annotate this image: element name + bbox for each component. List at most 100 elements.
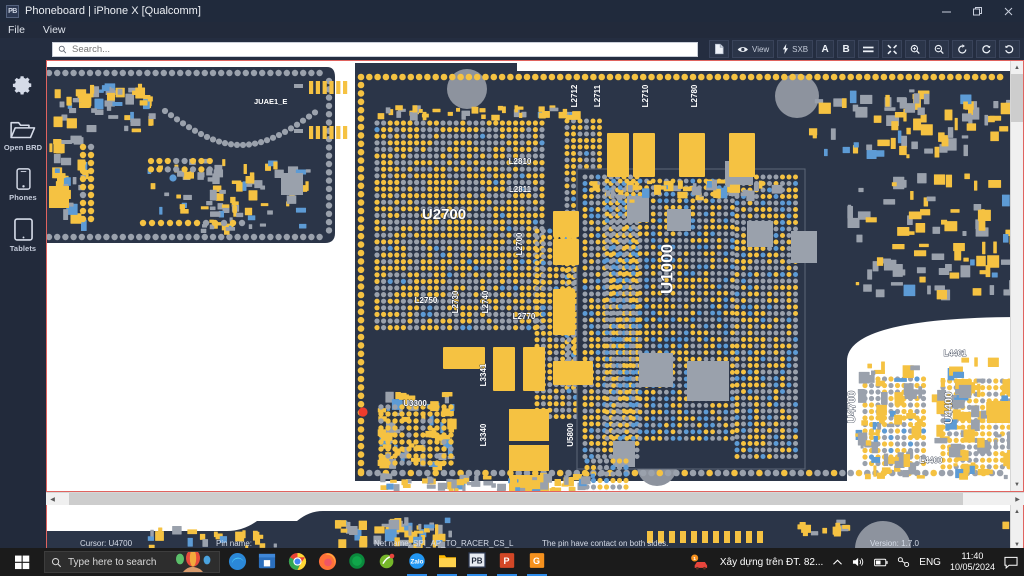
action-center-button[interactable] [1004, 556, 1018, 569]
taskbar-app-firefox[interactable] [312, 548, 342, 576]
vertical-scrollbar[interactable]: ▲ ▼ [1010, 61, 1023, 491]
status-cursor: Cursor: U4700 [80, 539, 133, 548]
sidebar: Open BRD Phones Tablets [0, 60, 46, 539]
document-button[interactable] [708, 40, 730, 58]
svg-text:PB: PB [471, 557, 482, 566]
taskbar-app-edge[interactable] [222, 548, 252, 576]
svg-text:L2810: L2810 [509, 157, 532, 166]
scroll-left-arrow-top[interactable]: ◀ [46, 493, 59, 505]
tray-notice-icon[interactable]: 1 [689, 554, 711, 570]
refresh-button[interactable] [952, 40, 973, 58]
sidebar-item-open-brd[interactable]: Open BRD [0, 120, 46, 152]
scroll-up-arrow[interactable]: ▲ [1011, 61, 1023, 74]
taskbar-app-store[interactable] [252, 548, 282, 576]
balloon-illustration-icon [176, 552, 211, 572]
taskbar-app-unikey[interactable] [372, 548, 402, 576]
text-b-button[interactable]: B [837, 40, 856, 58]
gom-player-icon: G [529, 553, 545, 568]
text-a-button[interactable]: A [816, 40, 835, 58]
board-top-canvas[interactable]: JUAE1_E L2712 L2711 L2710 L2780 L2810 L2811 U27… [47, 61, 1024, 491]
body-row: Open BRD Phones Tablets JUAE1_E L2712 L2… [0, 60, 1024, 565]
taskbar-app-explorer[interactable] [432, 548, 462, 576]
svg-text:L2770: L2770 [513, 312, 536, 321]
vertical-scroll-thumb[interactable] [1011, 74, 1023, 123]
taskbar-app-green[interactable] [342, 548, 372, 576]
svg-text:L2780: L2780 [690, 84, 699, 107]
sidebar-item-settings[interactable] [0, 74, 46, 96]
taskbar-app-zalo[interactable]: Zalo [402, 548, 432, 576]
gear-icon [12, 76, 32, 95]
sxb-button[interactable]: SXB [777, 40, 814, 58]
svg-text:L2740: L2740 [481, 290, 490, 313]
fullscreen-button[interactable] [881, 40, 903, 58]
sidebar-item-tablets[interactable]: Tablets [0, 218, 46, 253]
search-icon [58, 45, 67, 53]
menu-view[interactable]: View [41, 24, 68, 36]
sxb-button-label: SXB [792, 44, 809, 54]
scroll-up-arrow-bottom[interactable]: ▲ [1011, 505, 1023, 518]
rotate-cw-button[interactable] [975, 40, 997, 58]
undo-button[interactable] [999, 40, 1020, 58]
window-controls [931, 0, 1024, 22]
scroll-down-arrow[interactable]: ▼ [1011, 478, 1023, 491]
rotate-cw-icon [982, 44, 991, 53]
tray-language[interactable]: ENG [919, 557, 941, 568]
close-button[interactable] [993, 0, 1024, 22]
restore-button[interactable] [962, 0, 993, 22]
start-button[interactable] [0, 548, 44, 576]
taskbar-app-chrome[interactable] [282, 548, 312, 576]
lightning-icon [783, 43, 789, 55]
windows-taskbar: Type here to search Zalo PB P G 1 Xây dự… [0, 548, 1024, 576]
tray-clock[interactable]: 11:40 10/05/2024 [950, 551, 995, 573]
tray-date: 10/05/2024 [949, 562, 995, 572]
restore-icon [973, 6, 982, 15]
unikey-icon [379, 553, 395, 569]
expand-icon [887, 44, 897, 54]
sidebar-item-open-brd-label: Open BRD [3, 143, 43, 152]
zoom-out-button[interactable] [928, 40, 950, 58]
svg-text:U5800: U5800 [566, 423, 575, 447]
search-input[interactable] [72, 43, 692, 55]
minimize-button[interactable] [931, 0, 962, 22]
menu-bar: File View [0, 22, 1024, 38]
menu-file[interactable]: File [6, 24, 27, 36]
vertical-scroll-track-bottom[interactable] [1011, 518, 1023, 538]
tray-notice-text[interactable]: Xây dựng trên ĐT. 82... [720, 557, 823, 568]
search-box[interactable] [52, 41, 698, 57]
svg-text:U2700: U2700 [422, 206, 466, 223]
list-button[interactable] [858, 40, 879, 58]
taskbar-app-gom[interactable]: G [522, 548, 552, 576]
file-explorer-icon [438, 555, 456, 568]
taskbar-search[interactable]: Type here to search [44, 551, 220, 573]
zoom-in-button[interactable] [905, 40, 926, 58]
chrome-icon [288, 552, 306, 571]
tray-volume[interactable] [852, 556, 865, 568]
powerpoint-icon: P [499, 553, 515, 568]
sidebar-item-phones[interactable]: Phones [0, 168, 46, 202]
tray-chevron[interactable] [832, 558, 843, 567]
svg-text:U4400: U4400 [943, 392, 955, 424]
board-viewer-top[interactable]: JUAE1_E L2712 L2711 L2710 L2780 L2810 L2811 U27… [46, 60, 1024, 492]
microsoft-store-icon [258, 553, 276, 569]
letter-a-icon: A [821, 43, 829, 55]
svg-text:G: G [533, 556, 540, 566]
undo-icon [1005, 44, 1014, 53]
taskbar-app-phoneboard[interactable]: PB [462, 548, 492, 576]
scroll-right-arrow-top[interactable]: ▶ [1011, 493, 1024, 505]
svg-text:L2711: L2711 [593, 84, 602, 107]
horizontal-scroll-thumb-top[interactable] [68, 493, 964, 505]
tray-network[interactable] [897, 556, 910, 568]
horizontal-scrollbar-top[interactable]: ◀ ▶ [46, 492, 1024, 505]
status-version: Version: 1.7.0 [870, 539, 919, 548]
vertical-scroll-track[interactable] [1011, 74, 1023, 478]
tray-battery[interactable] [874, 557, 888, 568]
horizontal-scroll-track-top[interactable] [59, 493, 1011, 505]
svg-text:U3300: U3300 [403, 399, 427, 408]
network-icon [898, 557, 910, 567]
windows-logo-icon [14, 555, 29, 569]
svg-text:L2811: L2811 [509, 185, 532, 194]
taskbar-app-powerpoint[interactable]: P [492, 548, 522, 576]
view-button[interactable]: View [732, 40, 775, 58]
status-contact-note: The pin have contact on both sides. [542, 539, 669, 548]
lines-icon [863, 46, 874, 52]
